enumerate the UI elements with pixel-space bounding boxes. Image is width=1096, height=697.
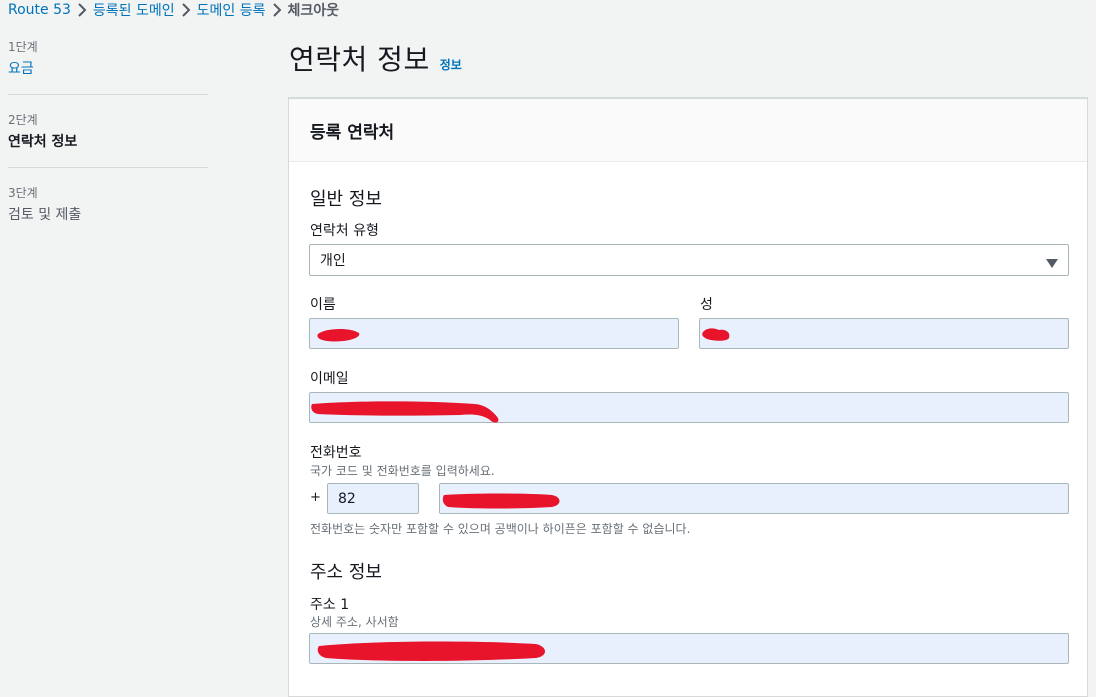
panel-title: 등록 연락처 [310,122,395,143]
breadcrumb: Route 53 등록된 도메인 도메인 등록 체크아웃 [8,0,339,20]
phone-number-input[interactable] [439,483,1069,514]
breadcrumb-register-domain[interactable]: 도메인 등록 [197,0,266,20]
step-number: 3단계 [8,186,38,200]
section-title-general: 일반 정보 [310,189,382,210]
step-label-review-submit: 검토 및 제출 [8,207,82,223]
contact-type-value: 개인 [320,253,346,269]
step-label-contact-info: 연락처 정보 [8,134,78,150]
info-link[interactable]: 정보 [440,56,462,73]
breadcrumb-route53[interactable]: Route 53 [8,2,71,18]
section-title-address: 주소 정보 [310,562,382,583]
phone-label: 전화번호 [310,445,362,461]
page-title: 연락처 정보 [289,43,430,76]
breadcrumb-registered-domains[interactable]: 등록된 도메인 [93,0,175,20]
country-code-input[interactable]: 82 [327,483,419,514]
address1-input[interactable] [309,633,1069,664]
address1-label: 주소 1 [310,597,350,613]
redaction-mark [317,641,545,661]
redaction-mark [442,493,560,509]
step-3: 3단계 검토 및 제출 [8,184,208,240]
step-2: 2단계 연락처 정보 [8,111,208,168]
country-code-value: 82 [338,490,356,507]
wizard-steps: 1단계 요금 2단계 연락처 정보 3단계 검토 및 제출 [8,38,208,256]
email-input[interactable] [309,392,1069,423]
redaction-mark [311,401,499,423]
phone-description: 국가 코드 및 전화번호를 입력하세요. [310,464,495,478]
step-number: 1단계 [8,40,38,54]
chevron-right-icon [266,0,288,20]
step-link-pricing[interactable]: 요금 [8,58,208,80]
caret-down-icon [1046,256,1058,272]
chevron-right-icon [71,0,93,20]
page-header: 연락처 정보 정보 [289,38,462,78]
first-name-input[interactable] [309,318,679,349]
last-name-label: 성 [700,297,713,313]
registrant-contact-panel: 등록 연락처 일반 정보 연락처 유형 개인 이름 성 이메일 전화번호 국가 … [288,97,1088,697]
email-label: 이메일 [310,371,349,387]
contact-type-label: 연락처 유형 [310,223,379,239]
panel-header: 등록 연락처 [289,99,1087,162]
address1-description: 상세 주소, 사서함 [310,615,399,629]
redaction-mark [317,328,360,342]
redaction-mark [702,328,730,341]
last-name-input[interactable] [699,318,1069,349]
phone-plus-sign: + [310,490,321,505]
step-1: 1단계 요금 [8,38,208,95]
chevron-right-icon [175,0,197,20]
breadcrumb-checkout: 체크아웃 [287,3,340,19]
phone-hint: 전화번호는 숫자만 포함할 수 있으며 공백이나 하이픈은 포함할 수 없습니다… [310,522,691,536]
first-name-label: 이름 [310,297,336,313]
contact-type-select[interactable]: 개인 [309,244,1069,276]
step-number: 2단계 [8,113,38,127]
